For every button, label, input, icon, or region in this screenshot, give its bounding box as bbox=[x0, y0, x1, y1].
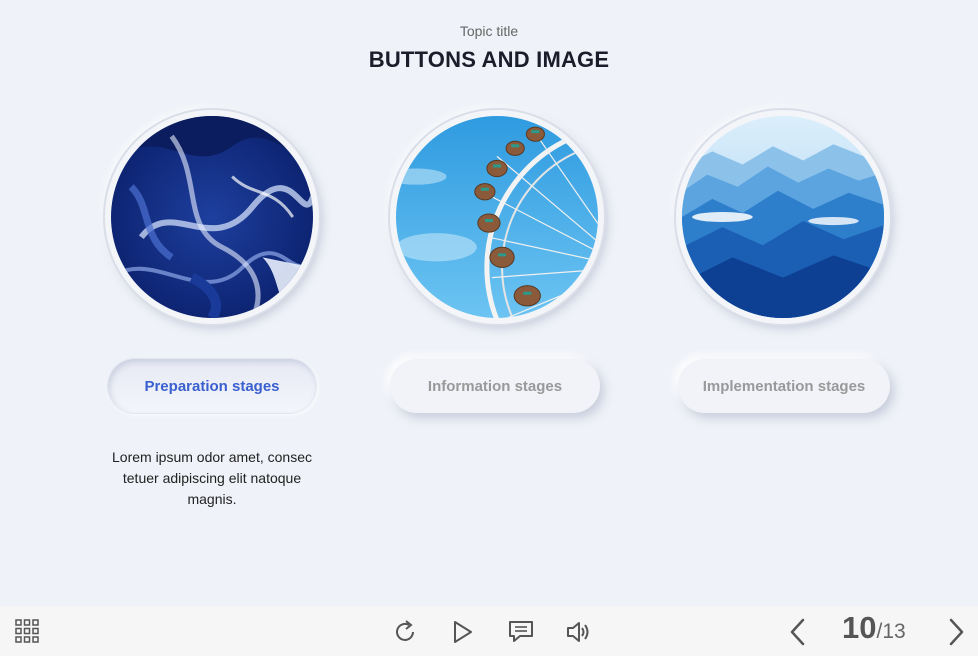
replay-icon[interactable] bbox=[392, 619, 418, 645]
stage-description: Lorem ipsum odor amet, consec tetuer adi… bbox=[112, 449, 312, 507]
grid-menu-icon[interactable] bbox=[15, 619, 39, 643]
information-stages-button[interactable]: Information stages bbox=[390, 359, 600, 413]
page-title: BUTTONS AND IMAGE bbox=[368, 47, 610, 72]
chevron-left-icon[interactable] bbox=[788, 617, 808, 647]
total-pages: 13 bbox=[882, 620, 906, 643]
chevron-right-icon[interactable] bbox=[946, 617, 966, 647]
implementation-stages-button[interactable]: Implementation stages bbox=[678, 359, 890, 413]
image-frame-implementation bbox=[676, 110, 890, 324]
play-icon[interactable] bbox=[452, 620, 474, 644]
pagination: 10 / 13 bbox=[842, 610, 906, 650]
current-page: 10 bbox=[842, 610, 877, 645]
blue-ink-image bbox=[111, 116, 313, 318]
speaker-icon[interactable] bbox=[566, 620, 592, 644]
preparation-stages-button[interactable]: Preparation stages bbox=[108, 359, 316, 413]
comment-icon[interactable] bbox=[508, 620, 534, 644]
topic-label: Topic title bbox=[459, 23, 519, 39]
image-frame-preparation bbox=[105, 110, 319, 324]
bottom-toolbar bbox=[0, 606, 978, 656]
ferris-wheel-image bbox=[396, 116, 598, 318]
image-frame-information bbox=[390, 110, 604, 324]
mountains-image bbox=[682, 116, 884, 318]
